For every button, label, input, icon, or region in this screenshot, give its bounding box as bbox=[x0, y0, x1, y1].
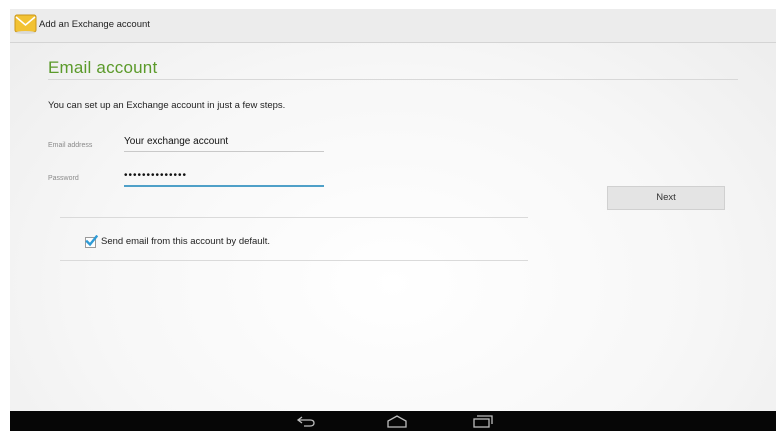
default-account-label[interactable]: Send email from this account by default. bbox=[101, 236, 270, 247]
default-account-checkbox[interactable] bbox=[85, 235, 98, 248]
password-label: Password bbox=[48, 175, 79, 182]
action-bar: Add an Exchange account bbox=[10, 9, 776, 43]
screen: Add an Exchange account Email account Yo… bbox=[10, 9, 776, 431]
intro-text: You can set up an Exchange account in ju… bbox=[48, 100, 286, 111]
page-title: Email account bbox=[48, 58, 158, 77]
password-field[interactable]: •••••••••••••• bbox=[124, 170, 324, 187]
recent-apps-icon[interactable] bbox=[472, 415, 494, 428]
system-navigation-bar bbox=[10, 411, 776, 431]
home-icon[interactable] bbox=[386, 415, 408, 428]
checkbox-top-divider bbox=[60, 217, 528, 218]
action-bar-title: Add an Exchange account bbox=[39, 19, 150, 30]
email-envelope-icon[interactable] bbox=[14, 13, 38, 35]
next-button[interactable]: Next bbox=[607, 186, 725, 210]
email-address-field[interactable]: Your exchange account bbox=[124, 136, 324, 152]
checkbox-bottom-divider bbox=[60, 260, 528, 261]
title-divider bbox=[48, 79, 738, 80]
checkmark-icon bbox=[85, 235, 98, 247]
back-icon[interactable] bbox=[295, 415, 317, 427]
email-address-label: Email address bbox=[48, 142, 93, 149]
